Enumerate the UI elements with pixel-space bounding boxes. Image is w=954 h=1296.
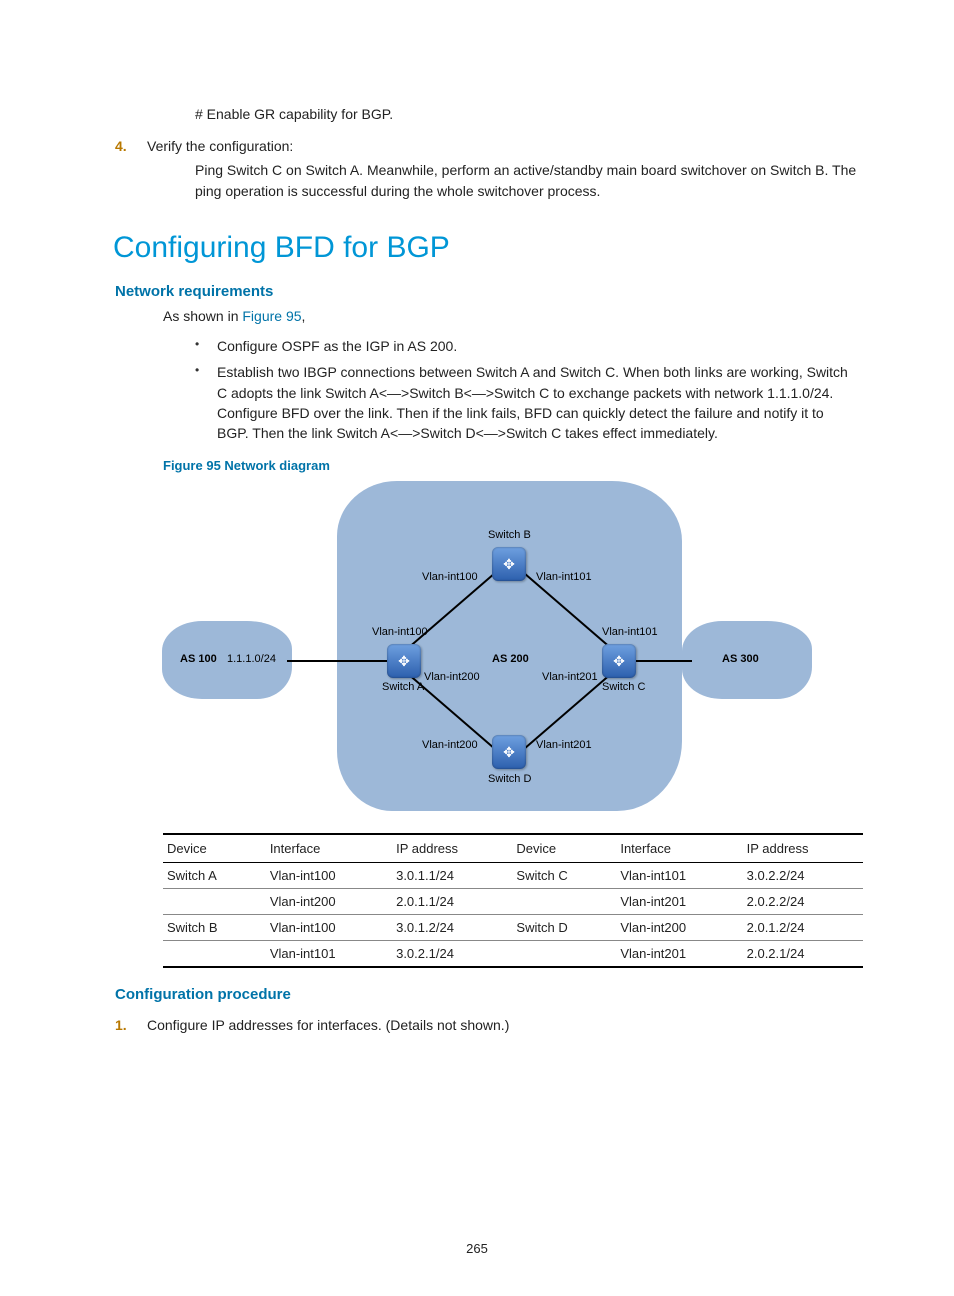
- th-device2: Device: [512, 834, 616, 863]
- switch-d-label: Switch D: [488, 773, 531, 785]
- cell: [163, 940, 266, 967]
- net100-label: 1.1.1.0/24: [227, 653, 276, 665]
- step-text: Verify the configuration:: [147, 138, 293, 154]
- cell: Vlan-int101: [616, 862, 742, 888]
- switch-c-label: Switch C: [602, 681, 645, 693]
- configuration-procedure-heading: Configuration procedure: [115, 986, 859, 1003]
- vlan201-c-label: Vlan-int201: [542, 671, 598, 683]
- cell: Vlan-int200: [616, 914, 742, 940]
- page-number: 265: [0, 1241, 954, 1256]
- switch-arrows-icon: ✥: [398, 654, 410, 668]
- figure-caption: Figure 95 Network diagram: [163, 458, 859, 473]
- table-header-row: Device Interface IP address Device Inter…: [163, 834, 863, 863]
- vlan101-c-label: Vlan-int101: [602, 626, 658, 638]
- cell: [512, 940, 616, 967]
- network-requirements-heading: Network requirements: [115, 283, 859, 300]
- vlan100-b-label: Vlan-int100: [422, 571, 478, 583]
- vlan200-d-label: Vlan-int200: [422, 739, 478, 751]
- switch-arrows-icon: ✥: [503, 745, 515, 759]
- as200-label: AS 200: [492, 653, 529, 665]
- cell: [512, 888, 616, 914]
- switch-c-icon: ✥: [602, 644, 636, 678]
- cell: 3.0.2.2/24: [743, 862, 863, 888]
- step-4-body: Ping Switch C on Switch A. Meanwhile, pe…: [195, 160, 859, 201]
- cell: Switch B: [163, 914, 266, 940]
- enable-gr-text: # Enable GR capability for BGP.: [195, 104, 859, 124]
- vlan100-a-label: Vlan-int100: [372, 626, 428, 638]
- th-device: Device: [163, 834, 266, 863]
- step-4: 4. Verify the configuration:: [115, 138, 859, 154]
- as100-label: AS 100: [180, 653, 217, 665]
- table-row: Switch A Vlan-int100 3.0.1.1/24 Switch C…: [163, 862, 863, 888]
- intro-pre: As shown in: [163, 308, 242, 324]
- vlan200-a-label: Vlan-int200: [424, 671, 480, 683]
- cell: 3.0.1.1/24: [392, 862, 512, 888]
- cell: Switch C: [512, 862, 616, 888]
- switch-b-label: Switch B: [488, 529, 531, 541]
- th-interface: Interface: [266, 834, 392, 863]
- page-title: Configuring BFD for BGP: [113, 231, 859, 265]
- cell: Vlan-int101: [266, 940, 392, 967]
- ip-address-table: Device Interface IP address Device Inter…: [163, 833, 863, 968]
- switch-a-label: Switch A: [382, 681, 424, 693]
- netreq-intro: As shown in Figure 95,: [163, 306, 859, 326]
- cell: 3.0.2.1/24: [392, 940, 512, 967]
- cell: Vlan-int200: [266, 888, 392, 914]
- switch-b-icon: ✥: [492, 547, 526, 581]
- switch-d-icon: ✥: [492, 735, 526, 769]
- switch-a-icon: ✥: [387, 644, 421, 678]
- cell: 3.0.1.2/24: [392, 914, 512, 940]
- step-number: 1.: [115, 1017, 147, 1033]
- bullet-ospf: Configure OSPF as the IGP in AS 200.: [195, 336, 859, 356]
- step-number: 4.: [115, 138, 147, 154]
- figure-95-link[interactable]: Figure 95: [242, 308, 301, 324]
- cell: Switch D: [512, 914, 616, 940]
- vlan101-b-label: Vlan-int101: [536, 571, 592, 583]
- th-ip: IP address: [392, 834, 512, 863]
- cell: Vlan-int201: [616, 940, 742, 967]
- cell: 2.0.2.2/24: [743, 888, 863, 914]
- cell: Vlan-int201: [616, 888, 742, 914]
- th-interface2: Interface: [616, 834, 742, 863]
- step-1: 1. Configure IP addresses for interfaces…: [115, 1017, 859, 1033]
- step-text: Configure IP addresses for interfaces. (…: [147, 1017, 509, 1033]
- cell: Vlan-int100: [266, 862, 392, 888]
- bullet-ibgp: Establish two IBGP connections between S…: [195, 362, 859, 443]
- th-ip2: IP address: [743, 834, 863, 863]
- cell: Vlan-int100: [266, 914, 392, 940]
- switch-arrows-icon: ✥: [503, 557, 515, 571]
- as300-label: AS 300: [722, 653, 759, 665]
- intro-post: ,: [302, 308, 306, 324]
- cell: 2.0.1.1/24: [392, 888, 512, 914]
- cell: Switch A: [163, 862, 266, 888]
- cell: 2.0.1.2/24: [743, 914, 863, 940]
- table-row: Vlan-int101 3.0.2.1/24 Vlan-int201 2.0.2…: [163, 940, 863, 967]
- network-diagram: AS 100 1.1.1.0/24 AS 200 AS 300 ✥ Switch…: [115, 481, 859, 821]
- cell: 2.0.2.1/24: [743, 940, 863, 967]
- table-row: Vlan-int200 2.0.1.1/24 Vlan-int201 2.0.2…: [163, 888, 863, 914]
- cell: [163, 888, 266, 914]
- table-row: Switch B Vlan-int100 3.0.1.2/24 Switch D…: [163, 914, 863, 940]
- switch-arrows-icon: ✥: [613, 654, 625, 668]
- vlan201-d-label: Vlan-int201: [536, 739, 592, 751]
